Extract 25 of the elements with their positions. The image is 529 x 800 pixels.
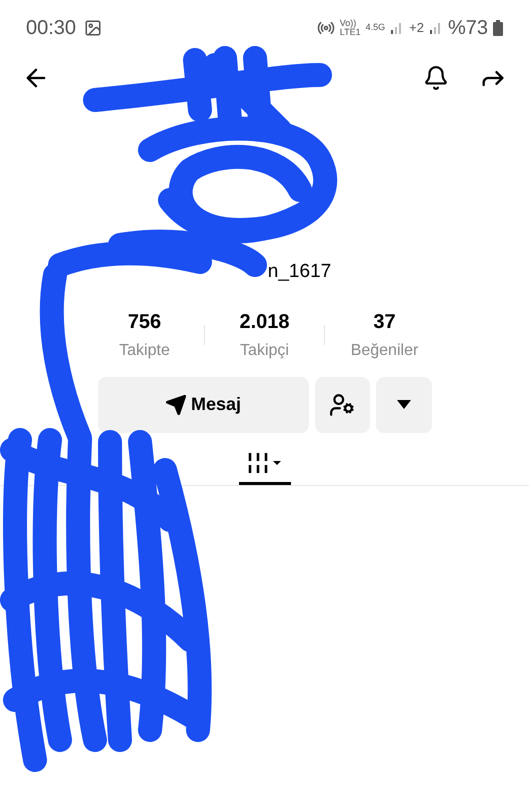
stat-value: 756 <box>128 310 162 334</box>
caret-icon <box>396 400 410 409</box>
battery-percent: %73 <box>448 16 488 41</box>
user-settings-button[interactable] <box>314 376 370 432</box>
image-icon <box>84 19 102 37</box>
volte-label: Vo)) <box>340 19 358 28</box>
username: n_1617 <box>268 260 332 284</box>
hotspot-icon <box>316 19 335 37</box>
stat-value: 2.018 <box>239 310 290 334</box>
more-button[interactable] <box>376 376 432 432</box>
send-icon <box>164 394 187 416</box>
stat-value: 37 <box>373 310 396 334</box>
stat-label: Beğeniler <box>350 340 418 360</box>
status-time: 00:30 <box>26 16 76 41</box>
grid-icon <box>246 452 282 474</box>
network-speed: 4.5G <box>366 21 386 34</box>
signal-icon <box>428 21 443 35</box>
user-gear-icon <box>329 392 355 418</box>
stat-label: Takipte <box>119 340 170 360</box>
sim-label: +2 <box>409 19 424 38</box>
lte-label: LTE1 <box>340 28 361 37</box>
stat-label: Takipçi <box>240 340 289 360</box>
battery-icon <box>493 20 503 36</box>
message-button[interactable]: Mesaj <box>98 376 308 432</box>
bell-icon[interactable] <box>423 65 449 91</box>
